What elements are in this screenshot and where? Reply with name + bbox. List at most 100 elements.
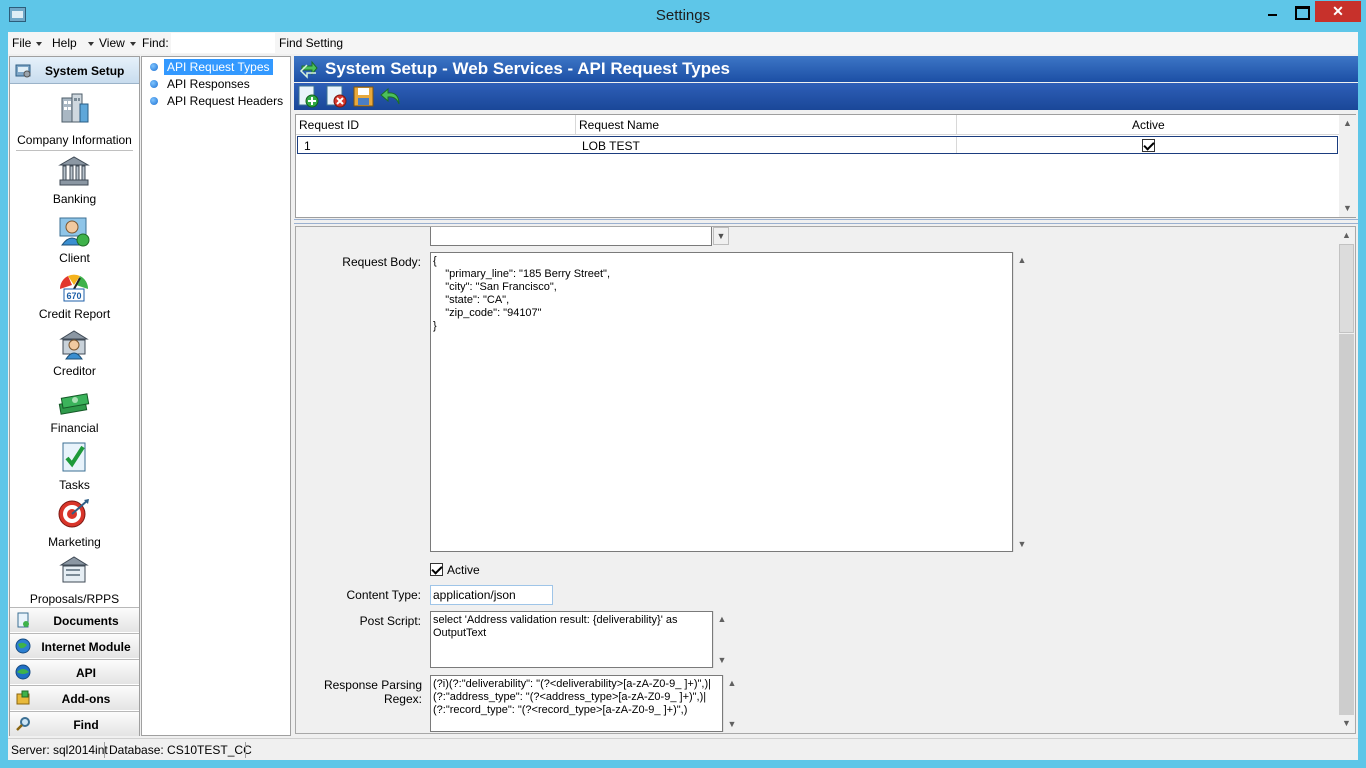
proposals-icon	[59, 556, 89, 583]
find-input[interactable]	[171, 33, 275, 53]
nav-tile-credit-report[interactable]: 670 Credit Report	[10, 271, 139, 328]
request-types-grid: Request ID Request Name Active 1 LOB TES…	[295, 114, 1356, 218]
chevron-down-icon	[36, 41, 43, 46]
toolbar	[294, 83, 1358, 110]
nav-tile-marketing[interactable]: Marketing	[10, 498, 139, 555]
status-bar: Server: sql2014int Database: CS10TEST_CC	[8, 738, 1358, 760]
chevron-up-icon[interactable]: ▲	[1338, 227, 1355, 244]
building-icon	[61, 93, 89, 123]
checklist-icon	[62, 442, 86, 472]
table-row[interactable]: 1 LOB TEST	[297, 136, 1338, 154]
column-header-request-id[interactable]: Request ID	[299, 118, 359, 132]
main-header: System Setup - Web Services - API Reques…	[294, 56, 1358, 82]
status-database: Database: CS10TEST_CC	[109, 743, 252, 757]
tree-panel: API Request Types API Responses API Requ…	[141, 56, 291, 736]
request-type-dropdown[interactable]	[430, 227, 712, 246]
post-script-textarea[interactable]: select 'Address validation result: {deli…	[430, 611, 713, 668]
chevron-down-icon[interactable]: ▼	[714, 652, 730, 668]
nav-tile-tasks[interactable]: Tasks	[10, 441, 139, 498]
regex-scrollbar[interactable]: ▲ ▼	[723, 675, 739, 732]
scroll-thumb[interactable]	[1339, 244, 1354, 333]
chevron-down-icon	[129, 41, 136, 46]
nav-header-label: System Setup	[45, 64, 125, 78]
save-icon[interactable]	[352, 85, 375, 108]
request-body-scrollbar[interactable]: ▲ ▼	[1013, 252, 1029, 552]
close-button[interactable]: ✕	[1315, 1, 1361, 22]
menu-view[interactable]: View	[99, 36, 136, 50]
chevron-down-icon[interactable]: ▼	[1338, 715, 1355, 732]
nav-tile-creditor[interactable]: Creditor	[10, 329, 139, 386]
bullet-icon	[150, 97, 158, 105]
chevron-down-icon[interactable]: ▼	[1339, 200, 1356, 217]
content-type-input[interactable]: application/json	[430, 585, 553, 605]
section-internet-module[interactable]: Internet Module	[10, 633, 139, 658]
internet-icon	[15, 638, 31, 654]
money-icon	[58, 393, 90, 415]
cell-request-name: LOB TEST	[582, 139, 640, 153]
find-label: Find:	[142, 36, 169, 50]
section-api[interactable]: API	[10, 659, 139, 684]
column-header-request-name[interactable]: Request Name	[579, 118, 659, 132]
maximize-button[interactable]	[1287, 1, 1314, 22]
find-setting-button[interactable]: Find Setting	[279, 36, 343, 50]
grid-scrollbar[interactable]: ▲ ▼	[1339, 115, 1356, 217]
menu-help[interactable]: Help	[52, 36, 94, 50]
nav-tile-banking[interactable]: Banking	[10, 155, 139, 212]
minimize-button[interactable]	[1259, 1, 1286, 22]
add-icon[interactable]	[297, 85, 320, 108]
chevron-down-icon[interactable]: ▼	[713, 227, 729, 245]
chevron-up-icon[interactable]: ▲	[714, 611, 730, 627]
active-checkbox[interactable]	[430, 563, 443, 576]
tree-item-label: API Request Types	[164, 59, 273, 75]
active-label: Active	[447, 563, 480, 577]
delete-icon[interactable]	[325, 85, 348, 108]
nav-tile-label: Proposals/RPPS	[29, 592, 120, 606]
target-icon	[58, 499, 89, 528]
nav-tile-financial[interactable]: Financial	[10, 386, 139, 443]
request-body-textarea[interactable]: { "primary_line": "185 Berry Street", "c…	[430, 252, 1013, 552]
section-find[interactable]: Find	[10, 711, 139, 736]
chevron-up-icon[interactable]: ▲	[1339, 115, 1356, 132]
globe-icon	[15, 664, 31, 680]
menu-bar: File Help View Find: Find Setting	[8, 32, 1358, 54]
chevron-up-icon[interactable]: ▲	[724, 675, 740, 691]
documents-icon	[17, 612, 29, 628]
nav-tile-company-information[interactable]: Company Information	[10, 92, 139, 149]
undo-icon[interactable]	[379, 85, 402, 108]
column-header-active[interactable]: Active	[1132, 118, 1165, 132]
chevron-up-icon[interactable]: ▲	[1014, 252, 1030, 268]
nav-tile-label: Marketing	[48, 535, 101, 549]
post-script-scrollbar[interactable]: ▲ ▼	[713, 611, 729, 668]
credit-score-value: 670	[66, 291, 81, 301]
nav-tile-label: Company Information	[17, 133, 132, 147]
cell-active-checkbox[interactable]	[1142, 139, 1155, 152]
tree-item-label: API Request Headers	[167, 94, 284, 108]
window-title: Settings	[655, 7, 711, 24]
creditor-icon	[59, 330, 89, 360]
section-label: Add-ons	[61, 692, 111, 706]
nav-tile-label: Client	[59, 251, 90, 265]
nav-tile-label: Banking	[52, 192, 97, 206]
nav-tile-client[interactable]: Client	[10, 215, 139, 272]
regex-textarea[interactable]: (?i)(?:"deliverability": "(?<deliverabil…	[430, 675, 723, 732]
cell-request-id: 1	[304, 139, 311, 153]
scroll-track[interactable]	[1339, 334, 1354, 715]
app-window: File Help View Find: Find Setting System…	[8, 32, 1358, 760]
nav-tile-proposals[interactable]: Proposals/RPPS	[10, 555, 139, 612]
splitter[interactable]	[294, 219, 1358, 224]
section-documents[interactable]: Documents	[10, 607, 139, 632]
chevron-down-icon[interactable]: ▼	[724, 716, 740, 732]
form-scrollbar[interactable]: ▲ ▼	[1338, 227, 1355, 733]
menu-file[interactable]: File	[12, 36, 43, 50]
find-icon	[16, 717, 30, 731]
client-icon	[59, 217, 90, 247]
section-add-ons[interactable]: Add-ons	[10, 685, 139, 710]
bullet-icon	[150, 80, 158, 88]
nav-header-system-setup[interactable]: System Setup	[10, 57, 139, 84]
nav-tiles: Company Information Banking Client 670 C…	[10, 85, 139, 641]
web-services-icon	[299, 60, 318, 79]
regex-label: Response Parsing Regex:	[323, 678, 422, 706]
chevron-down-icon[interactable]: ▼	[1014, 536, 1030, 552]
divider	[16, 150, 133, 151]
system-setup-icon	[15, 64, 31, 78]
